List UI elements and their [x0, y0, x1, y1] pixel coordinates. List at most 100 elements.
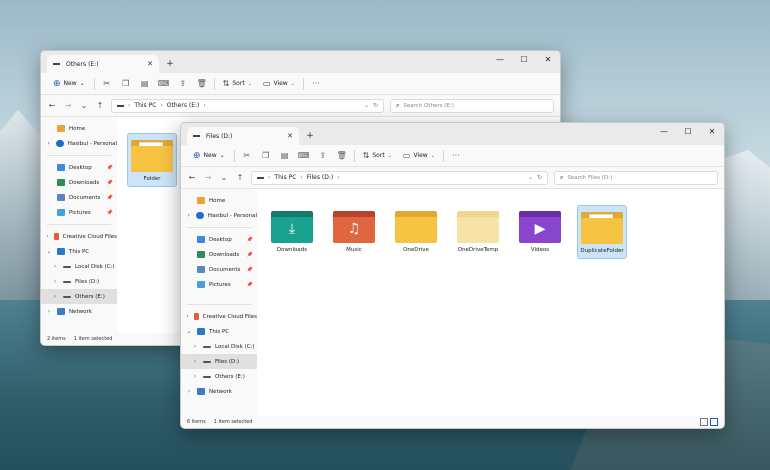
new-button[interactable]: ⊕ New ⌄ [49, 79, 89, 89]
refresh-icon[interactable]: ↻ [373, 102, 378, 109]
nav-this-pc[interactable]: ⌄ This PC [41, 244, 117, 259]
nav-personal[interactable]: › Hasibul - Personal [41, 136, 117, 151]
pin-icon[interactable]: 📌 [247, 252, 253, 258]
chevron-down-icon[interactable]: ⌄ [185, 328, 193, 335]
chevron-down-icon[interactable]: ⌄ [45, 248, 53, 255]
view-button[interactable]: ▭ View ⌄ [260, 79, 298, 88]
pin-icon[interactable]: 📌 [107, 195, 113, 201]
nav-network[interactable]: › Network [181, 384, 257, 399]
breadcrumb-drive[interactable]: Others (E:) [167, 102, 200, 109]
cut-icon[interactable]: ✂ [100, 77, 114, 91]
delete-icon[interactable]: 🗑 [195, 77, 209, 91]
search-box[interactable]: ⌕ [554, 170, 718, 185]
nav-creative-cloud[interactable]: › Creative Cloud Files [41, 229, 117, 244]
tab-others[interactable]: Others (E:) ✕ [47, 55, 159, 73]
close-icon[interactable]: ✕ [700, 123, 724, 139]
chevron-right-icon[interactable]: › [185, 388, 193, 395]
file-item-downloads[interactable]: ⤓ Downloads [267, 205, 317, 259]
new-tab-button[interactable]: + [163, 57, 177, 71]
address-bar[interactable]: › This PC › Files (D:) › ⌄ ↻ [251, 170, 548, 185]
maximize-icon[interactable]: ☐ [512, 51, 536, 67]
chevron-right-icon[interactable]: › [45, 140, 52, 147]
breadcrumb-this-pc[interactable]: This PC [134, 102, 156, 109]
nav-drive-c[interactable]: › Local Disk (C:) [181, 339, 257, 354]
new-button[interactable]: ⊕ New ⌄ [189, 151, 229, 161]
breadcrumb-this-pc[interactable]: This PC [274, 174, 296, 181]
pin-icon[interactable]: 📌 [247, 267, 253, 273]
nav-network[interactable]: › Network [41, 304, 117, 319]
more-button[interactable]: ··· [449, 149, 463, 163]
nav-desktop[interactable]: Desktop 📌 [41, 160, 117, 175]
address-bar[interactable]: › This PC › Others (E:) › ⌄ ↻ [111, 98, 384, 113]
copy-icon[interactable]: ❐ [119, 77, 133, 91]
forward-arrow-icon[interactable]: → [203, 173, 213, 182]
share-icon[interactable]: ⇪ [316, 149, 330, 163]
pin-icon[interactable]: 📌 [107, 180, 113, 186]
recent-chevron-icon[interactable]: ⌄ [79, 101, 89, 110]
pin-icon[interactable]: 📌 [247, 282, 253, 288]
file-item-videos[interactable]: ▶ Videos [515, 205, 565, 259]
new-tab-button[interactable]: + [303, 129, 317, 143]
nav-home[interactable]: Home [181, 193, 257, 208]
nav-pictures[interactable]: Pictures 📌 [181, 277, 257, 292]
close-tab-icon[interactable]: ✕ [147, 60, 153, 68]
rename-icon[interactable]: ⌨ [297, 149, 311, 163]
nav-downloads[interactable]: Downloads 📌 [181, 247, 257, 262]
chevron-right-icon[interactable]: › [191, 343, 199, 350]
file-item-onedrivetemp[interactable]: OneDriveTemp [453, 205, 503, 259]
chevron-right-icon[interactable]: › [51, 263, 59, 270]
title-bar[interactable]: Others (E:) ✕ + — ☐ ✕ [41, 51, 560, 73]
pin-icon[interactable]: 📌 [107, 165, 113, 171]
nav-personal[interactable]: › Hasibul - Personal [181, 208, 257, 223]
nav-drive-e[interactable]: › Others (E:) [181, 369, 257, 384]
nav-this-pc[interactable]: ⌄ This PC [181, 324, 257, 339]
nav-creative-cloud[interactable]: › Creative Cloud Files [181, 309, 257, 324]
minimize-icon[interactable]: — [488, 51, 512, 67]
paste-icon[interactable]: ▤ [278, 149, 292, 163]
nav-documents[interactable]: Documents 📌 [41, 190, 117, 205]
chevron-right-icon[interactable]: › [191, 358, 199, 365]
view-button[interactable]: ▭ View ⌄ [400, 151, 438, 160]
chevron-right-icon[interactable]: › [45, 233, 50, 240]
tiles-view-icon[interactable] [710, 418, 718, 426]
title-bar[interactable]: Files (D:) ✕ + — ☐ ✕ [181, 123, 724, 145]
nav-drive-d[interactable]: › Files (D:) [41, 274, 117, 289]
back-arrow-icon[interactable]: ← [47, 101, 57, 110]
copy-icon[interactable]: ❐ [259, 149, 273, 163]
pin-icon[interactable]: 📌 [107, 210, 113, 216]
close-tab-icon[interactable]: ✕ [287, 132, 293, 140]
sort-button[interactable]: ⇅ Sort ⌄ [360, 151, 395, 160]
maximize-icon[interactable]: ☐ [676, 123, 700, 139]
rename-icon[interactable]: ⌨ [157, 77, 171, 91]
address-dropdown-icon[interactable]: ⌄ [528, 174, 533, 181]
file-item-folder[interactable]: Folder [127, 133, 177, 187]
search-input[interactable] [567, 174, 708, 181]
nav-drive-c[interactable]: › Local Disk (C:) [41, 259, 117, 274]
nav-drive-d[interactable]: › Files (D:) [181, 354, 257, 369]
file-item-onedrive[interactable]: OneDrive [391, 205, 441, 259]
nav-downloads[interactable]: Downloads 📌 [41, 175, 117, 190]
nav-desktop[interactable]: Desktop 📌 [181, 232, 257, 247]
details-view-icon[interactable] [700, 418, 708, 426]
breadcrumb-drive[interactable]: Files (D:) [307, 174, 333, 181]
nav-drive-e[interactable]: › Others (E:) [41, 289, 117, 304]
paste-icon[interactable]: ▤ [138, 77, 152, 91]
forward-arrow-icon[interactable]: → [63, 101, 73, 110]
minimize-icon[interactable]: — [652, 123, 676, 139]
share-icon[interactable]: ⇪ [176, 77, 190, 91]
back-arrow-icon[interactable]: ← [187, 173, 197, 182]
chevron-right-icon[interactable]: › [51, 293, 59, 300]
search-box[interactable]: ⌕ [390, 98, 554, 113]
nav-home[interactable]: Home [41, 121, 117, 136]
refresh-icon[interactable]: ↻ [537, 174, 542, 181]
delete-icon[interactable]: 🗑 [335, 149, 349, 163]
chevron-right-icon[interactable]: › [191, 373, 199, 380]
explorer-window-files[interactable]: Files (D:) ✕ + — ☐ ✕ ⊕ New ⌄ ✂ ❐ ▤ ⌨ ⇪ 🗑… [180, 122, 725, 429]
search-input[interactable] [403, 102, 544, 109]
close-icon[interactable]: ✕ [536, 51, 560, 67]
more-button[interactable]: ··· [309, 77, 323, 91]
pin-icon[interactable]: 📌 [247, 237, 253, 243]
cut-icon[interactable]: ✂ [240, 149, 254, 163]
file-list[interactable]: ⤓ Downloads ♫ Music OneDrive OneDriveTem… [257, 189, 724, 416]
nav-pictures[interactable]: Pictures 📌 [41, 205, 117, 220]
